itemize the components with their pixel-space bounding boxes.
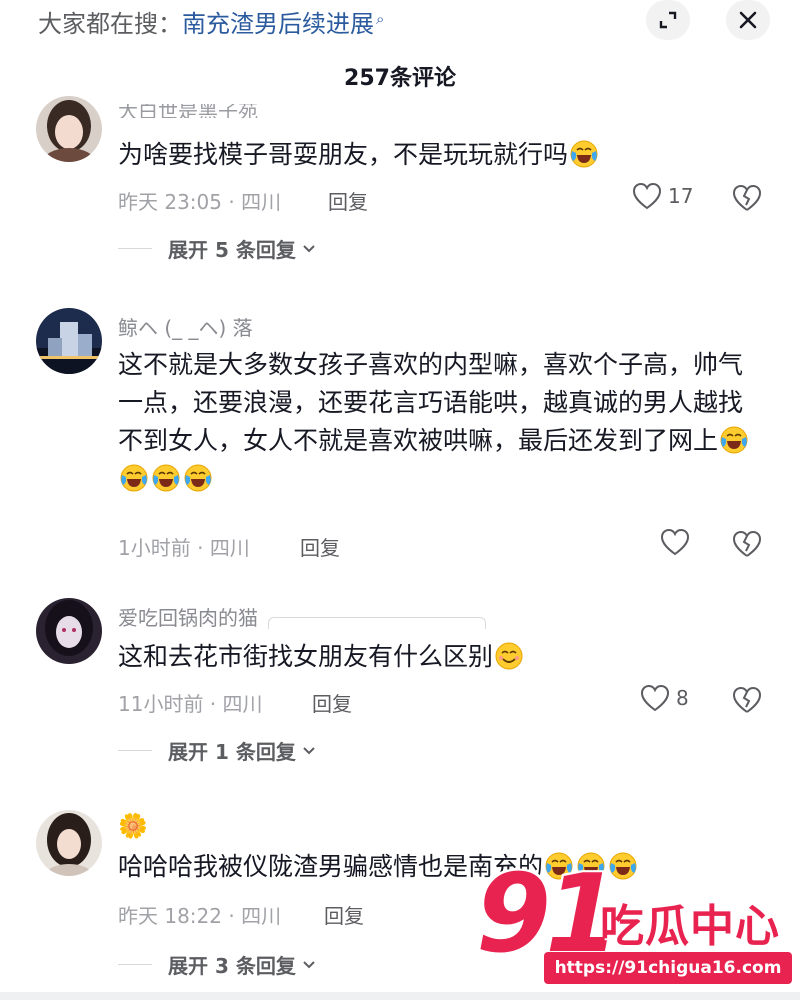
like-count: 17 bbox=[668, 184, 694, 208]
comment-time: 昨天 18:22 bbox=[118, 904, 222, 928]
expand-icon bbox=[659, 11, 677, 29]
top-bar: 大家都在搜：南充渣男后续进展 ⌕ bbox=[0, 0, 800, 44]
laugh-cry-emoji bbox=[120, 464, 148, 492]
broken-heart-icon[interactable] bbox=[732, 686, 762, 714]
search-prefix: 大家都在搜： bbox=[38, 10, 182, 38]
comment-username-text: 爱吃回锅肉的猫 bbox=[118, 606, 258, 630]
smile-emoji bbox=[495, 642, 523, 670]
comment-time: 11小时前 bbox=[118, 692, 204, 716]
expand-replies[interactable]: 展开 3 条回复 bbox=[118, 950, 316, 979]
comment-username[interactable]: 爱吃回锅肉的猫 bbox=[118, 602, 486, 631]
expand-replies[interactable]: 展开 1 条回复 bbox=[118, 736, 316, 765]
comment-location: 四川 bbox=[209, 536, 250, 560]
comment-meta: 1小时前 · 四川 bbox=[118, 536, 250, 560]
expand-replies-label: 展开 3 条回复 bbox=[168, 954, 296, 978]
comment-location: 四川 bbox=[222, 692, 263, 716]
comment-text-content: 为啥要找模子哥耍朋友，不是玩玩就行吗 bbox=[118, 140, 569, 169]
comment-meta: 11小时前 · 四川 bbox=[118, 692, 263, 716]
expand-replies-label: 展开 5 条回复 bbox=[168, 238, 296, 262]
chevron-down-icon bbox=[303, 244, 315, 252]
comment-text: 这不就是大多数女孩子喜欢的内型嘛，喜欢个子高，帅气一点，还要浪漫，还要花言巧语能… bbox=[118, 346, 758, 498]
close-icon bbox=[739, 11, 757, 29]
broken-heart-icon[interactable] bbox=[732, 530, 762, 558]
comment-text-content: 这不就是大多数女孩子喜欢的内型嘛，喜欢个子高，帅气一点，还要浪漫，还要花言巧语能… bbox=[118, 350, 744, 455]
watermark-text: 吃瓜中心 bbox=[600, 901, 780, 952]
comment-username[interactable]: 🌼 bbox=[118, 812, 148, 840]
avatar[interactable] bbox=[36, 308, 102, 374]
comment-username[interactable]: 鲸ヘ (_ _ヘ) 落 bbox=[118, 312, 253, 341]
heart-icon bbox=[632, 182, 662, 210]
laugh-cry-emoji bbox=[720, 426, 748, 454]
expand-replies[interactable]: 展开 5 条回复 bbox=[118, 234, 316, 263]
divider bbox=[118, 964, 152, 965]
search-icon: ⌕ bbox=[376, 10, 385, 28]
comment-location: 四川 bbox=[241, 904, 282, 928]
close-button[interactable] bbox=[726, 0, 770, 40]
divider bbox=[118, 750, 152, 751]
comment-text: 这和去花市街找女朋友有什么区别 bbox=[118, 638, 758, 676]
chevron-down-icon bbox=[303, 960, 315, 968]
watermark-logo: 91 吃瓜中心 https://91chigua16.com bbox=[474, 852, 800, 1000]
avatar[interactable] bbox=[36, 598, 102, 664]
comment-count-title: 257条评论 bbox=[344, 66, 456, 91]
watermark-url: https://91chigua16.com bbox=[544, 952, 792, 984]
comment-time: 昨天 23:05 bbox=[118, 190, 222, 214]
like-button[interactable] bbox=[660, 528, 696, 556]
expand-replies-label: 展开 1 条回复 bbox=[168, 740, 296, 764]
laugh-cry-emoji bbox=[184, 464, 212, 492]
chevron-down-icon bbox=[303, 746, 315, 754]
reply-button[interactable]: 回复 bbox=[312, 688, 352, 717]
search-query-link[interactable]: 南充渣男后续进展 bbox=[182, 10, 374, 38]
comment-time: 1小时前 bbox=[118, 536, 191, 560]
divider bbox=[118, 248, 152, 249]
comment-input-bar[interactable] bbox=[0, 992, 800, 1000]
reply-button[interactable]: 回复 bbox=[324, 900, 364, 929]
like-button[interactable]: 8 bbox=[640, 684, 689, 712]
comment-meta: 昨天 23:05 · 四川 bbox=[118, 190, 282, 214]
comment-location: 四川 bbox=[241, 190, 282, 214]
avatar[interactable] bbox=[36, 810, 102, 876]
expand-button[interactable] bbox=[646, 0, 690, 40]
comment-text: 为啥要找模子哥耍朋友，不是玩玩就行吗 bbox=[118, 136, 758, 174]
broken-heart-icon[interactable] bbox=[732, 184, 762, 212]
heart-icon bbox=[640, 684, 670, 712]
user-tag bbox=[268, 617, 486, 629]
avatar[interactable] bbox=[36, 96, 102, 162]
comment-text-content: 这和去花市街找女朋友有什么区别 bbox=[118, 642, 494, 671]
comment-username[interactable]: 大白世是黑子苑 bbox=[118, 104, 258, 118]
laugh-cry-emoji bbox=[152, 464, 180, 492]
comment-meta: 昨天 18:22 · 四川 bbox=[118, 904, 282, 928]
like-count: 8 bbox=[676, 686, 689, 710]
reply-button[interactable]: 回复 bbox=[328, 186, 368, 215]
heart-icon bbox=[660, 528, 690, 556]
laugh-cry-emoji bbox=[570, 140, 598, 168]
search-suggestion[interactable]: 大家都在搜：南充渣男后续进展 ⌕ bbox=[38, 4, 384, 39]
reply-button[interactable]: 回复 bbox=[300, 532, 340, 561]
like-button[interactable]: 17 bbox=[632, 182, 693, 210]
